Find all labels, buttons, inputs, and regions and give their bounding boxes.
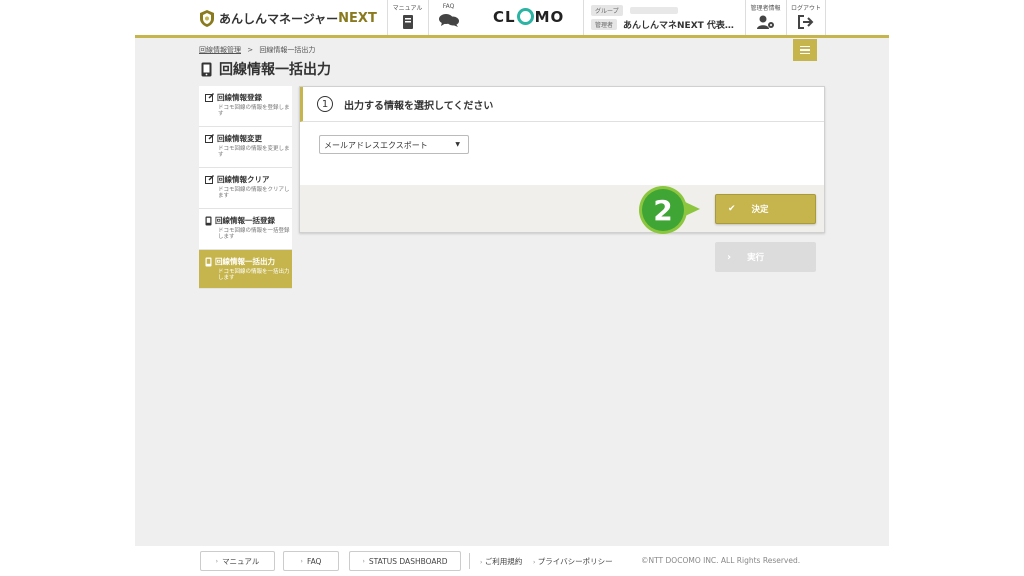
bullet-icon: ›	[362, 557, 365, 565]
copyright-text: ©NTT DOCOMO INC. ALL Rights Reserved.	[641, 556, 801, 565]
main-content: 回線情報管理 > 回線情報一括出力 回線情報一括出力 回線情報登録 ドコモ回線の…	[135, 38, 889, 546]
logout-label: ログアウト	[790, 5, 821, 12]
sidebar-item-line-change[interactable]: 回線情報変更 ドコモ回線の情報を変更します	[199, 127, 292, 168]
sidebar: 回線情報登録 ドコモ回線の情報を登録します 回線情報変更 ドコモ回線の情報を変更…	[199, 86, 292, 289]
footer-divider	[469, 553, 470, 569]
logo-next: NEXT	[338, 10, 377, 26]
bullet-icon: ›	[480, 559, 483, 566]
footer-status-dashboard-button[interactable]: › STATUS DASHBOARD	[349, 551, 461, 571]
group-tag: グループ	[591, 5, 623, 16]
decide-button-label: 決定	[751, 205, 769, 215]
manual-header-label: マニュアル	[392, 5, 423, 12]
faq-header-label: FAQ	[442, 3, 455, 10]
group-admin-info: グループ 管理者 あんしんマネNEXT 代表…	[583, 0, 745, 35]
footer-manual-label: マニュアル	[222, 556, 260, 566]
step-two-callout: 2	[639, 186, 700, 234]
logo-text: あんしんマネージャー	[219, 11, 339, 26]
faq-header-button[interactable]: FAQ	[428, 0, 468, 35]
clomo-brand-logo: CL MO	[493, 8, 565, 26]
export-type-select[interactable]: メールアドレスエクスポート ▼	[319, 135, 469, 154]
manual-header-button[interactable]: マニュアル	[387, 0, 427, 35]
sidebar-item-label: 回線情報変更	[217, 134, 262, 143]
page-footer: › マニュアル › FAQ › STATUS DASHBOARD › ご利用規約…	[135, 546, 889, 576]
footer-privacy-link[interactable]: › プライバシーポリシー	[533, 556, 613, 567]
breadcrumb-separator: >	[247, 46, 254, 54]
sidebar-item-label: 回線情報一括出力	[215, 257, 275, 266]
sidebar-item-bulk-export[interactable]: 回線情報一括出力 ドコモ回線の情報を一括出力します	[199, 250, 292, 289]
hamburger-icon-bar	[800, 52, 810, 55]
bullet-icon: ›	[300, 557, 303, 565]
card-header: 1 出力する情報を選択してください	[300, 87, 824, 122]
dropdown-arrow-icon: ▼	[455, 141, 460, 148]
admin-info-button[interactable]: 管理者情報	[745, 0, 785, 35]
shield-logo-icon	[200, 9, 214, 27]
device-icon	[205, 216, 212, 225]
sidebar-item-line-register[interactable]: 回線情報登録 ドコモ回線の情報を登録します	[199, 86, 292, 127]
sidebar-item-desc: ドコモ回線の情報を一括出力します	[218, 269, 290, 281]
sidebar-item-label: 回線情報一括登録	[215, 216, 275, 225]
step-number-badge: 1	[317, 96, 333, 112]
hamburger-icon-bar	[800, 45, 810, 48]
run-button[interactable]: › 実行	[715, 242, 816, 272]
breadcrumb-current: 回線情報一括出力	[259, 46, 316, 54]
page-title-text: 回線情報一括出力	[219, 62, 331, 78]
admin-name: あんしんマネNEXT 代表…	[623, 21, 734, 31]
sidebar-item-line-clear[interactable]: 回線情報クリア ドコモ回線の情報をクリアします	[199, 168, 292, 209]
sidebar-item-label: 回線情報登録	[217, 93, 262, 102]
bullet-icon: ›	[533, 559, 536, 566]
bullet-icon: ›	[215, 557, 219, 565]
group-name-redacted	[629, 7, 678, 14]
logout-button[interactable]: ログアウト	[786, 0, 826, 35]
footer-privacy-label: プライバシーポリシー	[537, 557, 613, 566]
sidebar-item-desc: ドコモ回線の情報を登録します	[218, 105, 290, 117]
book-icon	[402, 15, 413, 29]
run-button-label: 実行	[747, 253, 765, 263]
edit-icon	[205, 93, 214, 102]
sidebar-item-bulk-register[interactable]: 回線情報一括登録 ドコモ回線の情報を一括登録します	[199, 209, 292, 250]
card-title: 出力する情報を選択してください	[344, 100, 494, 112]
footer-status-dashboard-label: STATUS DASHBOARD	[368, 556, 448, 566]
admin-info-label: 管理者情報	[750, 5, 781, 12]
footer-terms-label: ご利用規約	[484, 557, 523, 566]
edit-icon	[205, 134, 214, 143]
footer-faq-label: FAQ	[306, 556, 322, 566]
app-logo[interactable]: あんしんマネージャー NEXT	[200, 8, 377, 28]
footer-terms-link[interactable]: › ご利用規約	[480, 556, 522, 567]
sidebar-item-label: 回線情報クリア	[217, 175, 270, 184]
sidebar-item-desc: ドコモ回線の情報を変更します	[218, 146, 290, 158]
footer-faq-button[interactable]: › FAQ	[283, 551, 339, 571]
callout-number: 2	[653, 194, 672, 227]
check-icon: ✔	[728, 204, 736, 214]
hamburger-menu-button[interactable]	[793, 39, 817, 61]
chevron-right-icon: ›	[727, 251, 732, 263]
app-header: あんしんマネージャー NEXT マニュアル FAQ CL MO グループ 管理者 …	[135, 0, 889, 35]
edit-icon	[205, 175, 214, 184]
admin-tag: 管理者	[591, 19, 618, 30]
footer-manual-button[interactable]: › マニュアル	[200, 551, 275, 571]
device-icon	[205, 257, 212, 266]
export-type-select-value: メールアドレスエクスポート	[324, 141, 428, 150]
user-gear-icon	[756, 15, 774, 29]
page-title: 回線情報一括出力	[201, 59, 331, 79]
breadcrumb: 回線情報管理 > 回線情報一括出力	[199, 45, 315, 55]
sidebar-item-desc: ドコモ回線の情報を一括登録します	[218, 228, 290, 240]
breadcrumb-parent-link[interactable]: 回線情報管理	[199, 46, 241, 54]
logout-icon	[798, 15, 814, 29]
sidebar-item-desc: ドコモ回線の情報をクリアします	[218, 187, 290, 199]
device-icon	[201, 62, 212, 76]
chat-bubbles-icon	[438, 14, 459, 27]
decide-button[interactable]: ✔ 決定	[715, 194, 816, 224]
hamburger-icon-bar	[800, 49, 810, 51]
